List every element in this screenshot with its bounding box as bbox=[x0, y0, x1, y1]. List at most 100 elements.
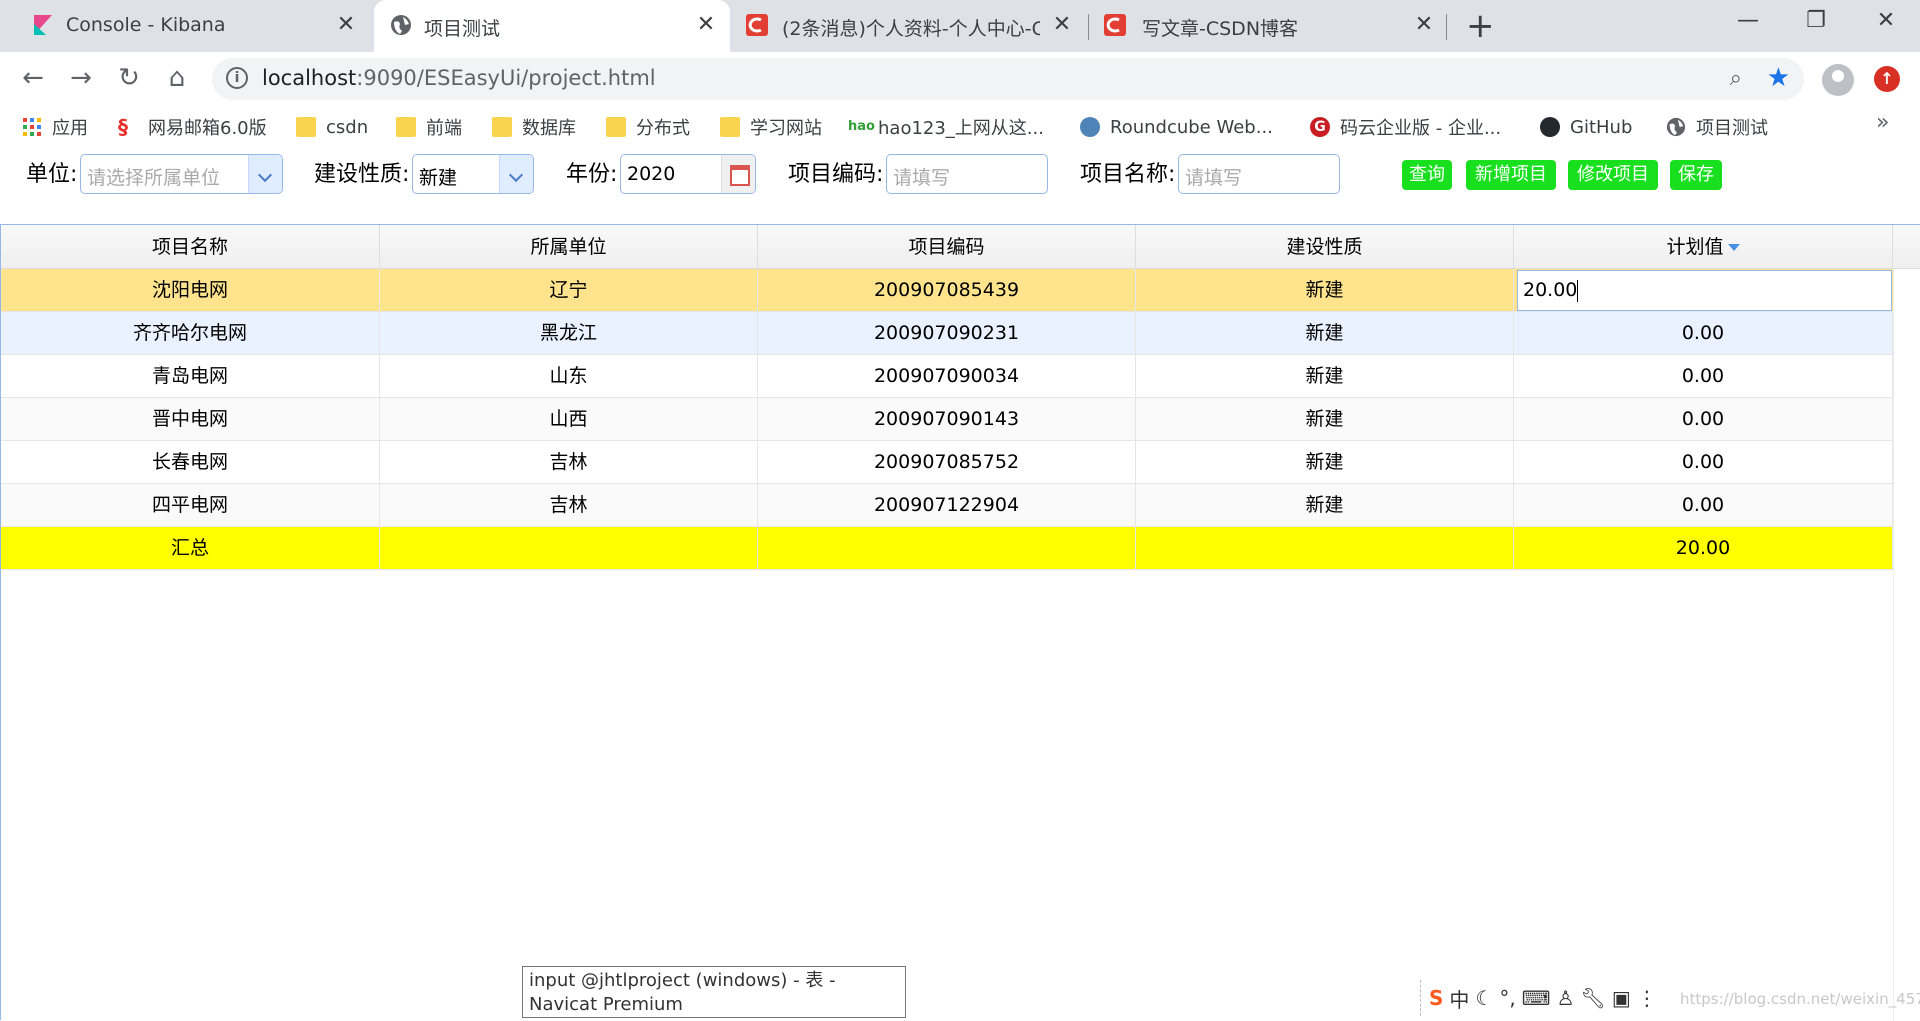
github-icon bbox=[1540, 117, 1560, 137]
bookmark-label: GitHub bbox=[1570, 116, 1633, 138]
table-row[interactable]: 青岛电网 山东 200907090034 新建 0.00 bbox=[1, 355, 1893, 398]
more-bookmarks-icon[interactable]: » bbox=[1876, 110, 1889, 135]
bookmark-gitee[interactable]: G 码云企业版 - 企业... bbox=[1310, 114, 1501, 140]
bookmark-hao123[interactable]: hao hao123_上网从这... bbox=[848, 114, 1044, 140]
tab-csdn-profile[interactable]: (2条消息)个人资料-个人中心-CSI ✕ bbox=[738, 0, 1084, 52]
name-label: 项目名称: bbox=[1080, 162, 1176, 187]
bookmark-label: 前端 bbox=[426, 118, 462, 139]
cell-nature: 新建 bbox=[1136, 355, 1514, 397]
more-icon[interactable]: ⋮ bbox=[1637, 986, 1657, 1010]
punctuation-icon[interactable]: °, bbox=[1499, 986, 1515, 1010]
bookmark-learning[interactable]: 学习网站 bbox=[720, 114, 822, 140]
table-row[interactable]: 晋中电网 山西 200907090143 新建 0.00 bbox=[1, 398, 1893, 441]
code-input[interactable]: 请填写 bbox=[886, 154, 1048, 194]
zoom-icon[interactable]: ⌕ bbox=[1730, 66, 1742, 91]
bookmark-star-icon[interactable]: ★ bbox=[1767, 63, 1790, 93]
bookmark-roundcube[interactable]: Roundcube Web... bbox=[1080, 114, 1273, 140]
close-icon[interactable]: ✕ bbox=[1050, 12, 1074, 37]
cell-code: 200907085439 bbox=[758, 269, 1136, 311]
name-input[interactable]: 请填写 bbox=[1178, 154, 1340, 194]
column-header-code[interactable]: 项目编码 bbox=[758, 225, 1136, 269]
table-row[interactable]: 沈阳电网 辽宁 200907085439 新建 20.00 bbox=[1, 269, 1893, 312]
bookmark-netease[interactable]: § 网易邮箱6.0版 bbox=[118, 114, 267, 140]
back-button[interactable]: ← bbox=[16, 62, 50, 96]
address-bar[interactable]: i localhost:9090/ESEasyUi/project.html ⌕… bbox=[212, 58, 1804, 100]
bookmark-csdn[interactable]: csdn bbox=[296, 114, 368, 140]
skin-icon[interactable]: ▣ bbox=[1612, 986, 1631, 1010]
bookmark-distributed[interactable]: 分布式 bbox=[606, 114, 690, 140]
bookmark-apps[interactable]: 应用 bbox=[22, 114, 88, 140]
csdn-icon bbox=[1104, 14, 1126, 36]
summary-cell-empty bbox=[380, 527, 758, 569]
minimize-button[interactable]: — bbox=[1728, 8, 1768, 33]
save-button[interactable]: 保存 bbox=[1670, 160, 1722, 190]
cell-plan: 0.00 bbox=[1514, 484, 1893, 526]
home-button[interactable]: ⌂ bbox=[160, 62, 194, 96]
unit-label: 单位: bbox=[26, 162, 78, 187]
nature-combobox[interactable]: 新建 bbox=[412, 154, 534, 194]
info-icon[interactable]: i bbox=[226, 67, 248, 89]
bookmark-project-test[interactable]: 项目测试 bbox=[1666, 114, 1768, 140]
kibana-icon bbox=[34, 15, 52, 35]
column-header-nature[interactable]: 建设性质 bbox=[1136, 225, 1514, 269]
sogou-ime-icon[interactable]: S bbox=[1429, 986, 1443, 1010]
keyboard-icon[interactable]: ⌨ bbox=[1522, 986, 1551, 1010]
bookmarks-bar: 应用 § 网易邮箱6.0版 csdn 前端 数据库 分布式 学习网站 hao h… bbox=[0, 104, 1920, 148]
netease-mail-icon: § bbox=[118, 115, 128, 139]
wrench-icon[interactable]: 🔧︎ bbox=[1581, 986, 1606, 1010]
column-header-plan[interactable]: 计划值 bbox=[1514, 225, 1893, 269]
editor-value: 20.00 bbox=[1523, 279, 1578, 301]
unit-combobox[interactable]: 请选择所属单位 bbox=[80, 154, 283, 194]
nature-label: 建设性质: bbox=[314, 162, 410, 187]
summary-plan-total: 20.00 bbox=[1514, 527, 1893, 569]
moon-icon[interactable]: ☾ bbox=[1475, 986, 1493, 1010]
column-header-name[interactable]: 项目名称 bbox=[1, 225, 380, 269]
close-icon[interactable]: ✕ bbox=[1412, 12, 1436, 37]
profile-avatar[interactable] bbox=[1822, 64, 1854, 96]
forward-button[interactable]: → bbox=[64, 62, 98, 96]
project-datagrid: 项目名称 所属单位 项目编码 建设性质 计划值 沈阳电网 辽宁 20090708… bbox=[0, 224, 1920, 1021]
bookmark-github[interactable]: GitHub bbox=[1540, 114, 1632, 140]
update-icon[interactable]: ↑ bbox=[1874, 66, 1900, 92]
user-icon[interactable]: ♙ bbox=[1557, 986, 1575, 1010]
cell-plan: 0.00 bbox=[1514, 355, 1893, 397]
tab-kibana[interactable]: Console - Kibana ✕ bbox=[0, 0, 370, 52]
table-row[interactable]: 齐齐哈尔电网 黑龙江 200907090231 新建 0.00 bbox=[1, 312, 1893, 355]
taskbar-tooltip: input @jhtlproject (windows) - 表 - Navic… bbox=[522, 966, 906, 1018]
column-title: 建设性质 bbox=[1286, 236, 1363, 258]
close-icon[interactable]: ✕ bbox=[694, 12, 718, 37]
column-title: 计划值 bbox=[1666, 236, 1724, 258]
ime-toolbar[interactable]: S 中 ☾ °, ⌨ ♙ 🔧︎ ▣ ⋮ bbox=[1420, 980, 1690, 1016]
cell-name: 长春电网 bbox=[1, 441, 380, 483]
add-project-button[interactable]: 新增项目 bbox=[1466, 160, 1556, 190]
bookmark-label: 数据库 bbox=[522, 118, 576, 139]
query-button[interactable]: 查询 bbox=[1402, 160, 1452, 190]
calendar-icon[interactable] bbox=[721, 155, 755, 193]
close-icon[interactable]: ✕ bbox=[334, 12, 358, 37]
csdn-icon bbox=[746, 14, 768, 36]
cell-code: 200907085752 bbox=[758, 441, 1136, 483]
folder-icon bbox=[296, 117, 316, 137]
new-tab-button[interactable]: + bbox=[1466, 6, 1495, 46]
summary-label: 汇总 bbox=[1, 527, 380, 569]
ime-mode-indicator[interactable]: 中 bbox=[1449, 984, 1469, 1013]
table-row[interactable]: 长春电网 吉林 200907085752 新建 0.00 bbox=[1, 441, 1893, 484]
bookmark-database[interactable]: 数据库 bbox=[492, 114, 576, 140]
plan-value-editor[interactable]: 20.00 bbox=[1517, 270, 1892, 311]
bookmark-frontend[interactable]: 前端 bbox=[396, 114, 462, 140]
chevron-down-icon[interactable] bbox=[499, 155, 533, 193]
tab-csdn-write[interactable]: 写文章-CSDN博客 ✕ bbox=[1092, 0, 1448, 52]
table-row[interactable]: 四平电网 吉林 200907122904 新建 0.00 bbox=[1, 484, 1893, 527]
grid-scrollbar[interactable] bbox=[1893, 269, 1920, 1021]
year-datebox[interactable]: 2020 bbox=[620, 154, 756, 194]
summary-row: 汇总 20.00 bbox=[1, 527, 1893, 570]
bookmark-label: csdn bbox=[326, 116, 369, 138]
chevron-down-icon[interactable] bbox=[248, 155, 282, 193]
edit-project-button[interactable]: 修改项目 bbox=[1568, 160, 1658, 190]
column-header-unit[interactable]: 所属单位 bbox=[380, 225, 758, 269]
tab-project-test[interactable]: 项目测试 ✕ bbox=[374, 0, 730, 52]
reload-button[interactable]: ↻ bbox=[112, 62, 146, 96]
window-close-button[interactable]: ✕ bbox=[1866, 8, 1906, 33]
page-content: 单位: 请选择所属单位 建设性质: 新建 年份: 2020 项目编码: 请填写 … bbox=[0, 148, 1920, 1021]
restore-button[interactable]: ❐ bbox=[1796, 8, 1836, 33]
